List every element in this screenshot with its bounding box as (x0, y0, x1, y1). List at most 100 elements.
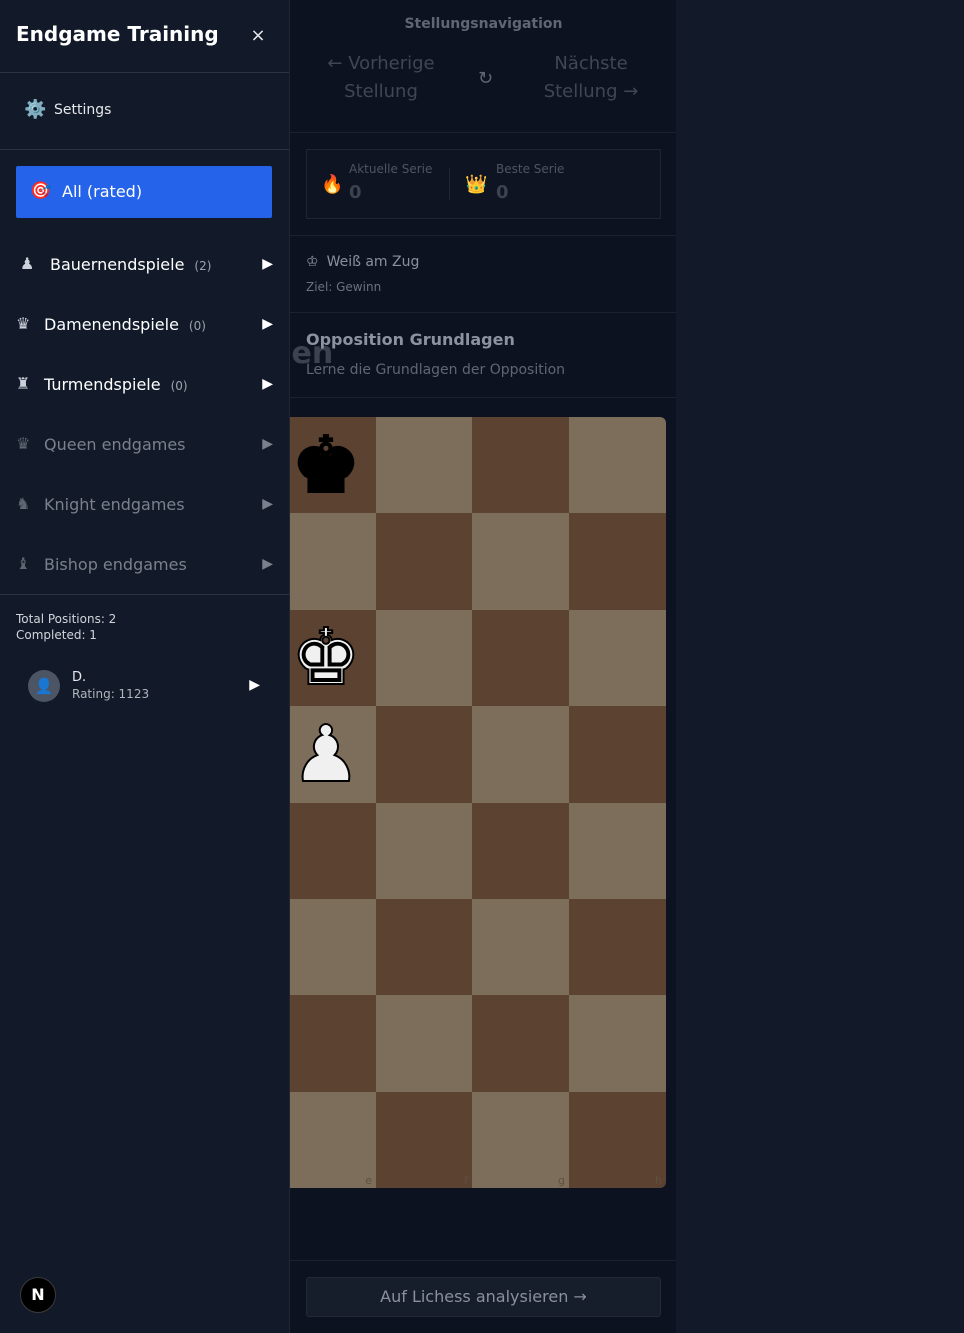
chevron-right-icon: ▶ (262, 256, 273, 272)
divider (0, 72, 289, 73)
target-icon: 🎯 (30, 181, 52, 201)
chess-piece-e8[interactable]: ♚ (290, 417, 376, 514)
all-rated-label: All (rated) (62, 182, 143, 201)
goal-label: Ziel: Gewinn (306, 280, 382, 294)
category-rook-endgames[interactable]: ♜ Turmendspiele (0) ▶ (16, 364, 273, 404)
chevron-right-icon: ▶ (262, 556, 273, 572)
previous-position-button[interactable]: ← Vorherige Stellung (306, 50, 456, 106)
chess-piece-e6[interactable]: ♚ (290, 610, 376, 707)
sidebar: Endgame Training × ⚙️ Settings 🎯 All (ra… (0, 0, 289, 1333)
square-g7[interactable] (472, 513, 569, 611)
side-to-move-label: Weiß am Zug (326, 254, 420, 270)
streak-divider (449, 168, 450, 200)
chevron-right-icon: ▶ (262, 376, 273, 392)
square-h6[interactable] (569, 609, 666, 707)
user-rating: Rating: 1123 (72, 687, 150, 701)
square-g8[interactable] (472, 417, 569, 514)
square-e8[interactable]: ♚ (290, 417, 376, 514)
analyze-on-lichess-button[interactable]: Auf Lichess analysieren → (306, 1277, 661, 1317)
category-queen-endgames[interactable]: ♛ Queen endgames ▶ (16, 424, 273, 464)
best-streak-label: Beste Serie (496, 162, 565, 176)
next-position-label-2: Stellung → (543, 81, 639, 102)
fire-icon: 🔥 (321, 174, 344, 195)
side-to-move: ♔ Weiß am Zug (306, 254, 419, 270)
settings-label: Settings (54, 102, 112, 118)
category-label: Knight endgames (44, 495, 185, 514)
divider (0, 149, 289, 150)
chess-board[interactable]: ♚ ♚ ♟ e f g h (290, 417, 666, 1188)
file-coordinate: f (464, 1173, 468, 1187)
crown-icon: 👑 (465, 174, 488, 195)
bishop-icon: ♝ (16, 554, 31, 573)
category-pawn-endgames[interactable]: ♟ Bauernendspiele (2) ▶ (16, 244, 273, 284)
previous-position-label-2: Stellung (344, 81, 418, 102)
chevron-right-icon: ▶ (262, 436, 273, 452)
category-label: Damenendspiele (44, 315, 179, 334)
streak-box: 🔥 Aktuelle Serie 0 👑 Beste Serie 0 (306, 149, 661, 219)
file-coordinate: g (558, 1173, 565, 1187)
square-e2[interactable] (290, 995, 376, 1093)
square-f8[interactable] (376, 417, 472, 514)
category-count: (2) (194, 259, 212, 273)
category-label: Turmendspiele (44, 375, 161, 394)
square-f1[interactable]: f (376, 1091, 472, 1188)
chess-piece-e5[interactable]: ♟ (290, 706, 376, 803)
square-e5[interactable]: ♟ (290, 706, 376, 804)
rook-icon: ♜ (16, 374, 31, 393)
divider (0, 594, 289, 595)
square-g5[interactable] (472, 706, 569, 804)
square-e7[interactable] (290, 513, 376, 611)
avatar-icon: 👤 (28, 670, 60, 702)
chevron-right-icon: ▶ (262, 496, 273, 512)
divider (290, 132, 676, 133)
square-h8[interactable] (569, 417, 666, 514)
position-description: Lerne die Grundlagen der Opposition (306, 362, 566, 378)
square-g6[interactable] (472, 609, 569, 707)
square-g2[interactable] (472, 995, 569, 1093)
pawn-icon: ♟ (20, 254, 35, 273)
square-f2[interactable] (376, 995, 472, 1093)
nextjs-logo-icon[interactable]: N (20, 1277, 56, 1313)
square-e6[interactable]: ♚ (290, 609, 376, 707)
square-h1[interactable]: h (569, 1091, 666, 1188)
square-f6[interactable] (376, 609, 472, 707)
chevron-right-icon: ▶ (262, 316, 273, 332)
refresh-icon[interactable]: ↻ (478, 68, 493, 89)
square-f4[interactable] (376, 802, 472, 900)
gear-icon: ⚙️ (24, 99, 47, 120)
square-g4[interactable] (472, 802, 569, 900)
all-rated-button[interactable]: 🎯 All (rated) (16, 166, 272, 218)
file-coordinate: h (655, 1173, 662, 1187)
category-bishop-endgames[interactable]: ♝ Bishop endgames ▶ (16, 544, 273, 584)
square-e3[interactable] (290, 899, 376, 996)
previous-position-label-1: ← Vorherige (327, 53, 435, 74)
square-h5[interactable] (569, 706, 666, 804)
square-e4[interactable] (290, 802, 376, 900)
category-knight-endgames[interactable]: ♞ Knight endgames ▶ (16, 484, 273, 524)
app-title: Endgame Training (16, 22, 219, 46)
square-h2[interactable] (569, 995, 666, 1093)
square-f3[interactable] (376, 899, 472, 996)
square-f5[interactable] (376, 706, 472, 804)
square-h7[interactable] (569, 513, 666, 611)
category-label: Bishop endgames (44, 555, 187, 574)
position-navigation-title: Stellungsnavigation (404, 16, 563, 32)
close-icon[interactable]: × (248, 22, 268, 50)
current-streak-label: Aktuelle Serie (349, 162, 433, 176)
square-h3[interactable] (569, 899, 666, 996)
square-h4[interactable] (569, 802, 666, 900)
queen-icon: ♛ (16, 314, 31, 333)
total-positions: Total Positions: 2 (16, 612, 117, 626)
square-g1[interactable]: g (472, 1091, 569, 1188)
next-position-button[interactable]: Nächste Stellung → (516, 50, 666, 106)
category-queen-endgames-de[interactable]: ♛ Damenendspiele (0) ▶ (16, 304, 273, 344)
square-g3[interactable] (472, 899, 569, 996)
category-count: (0) (188, 319, 206, 333)
user-profile[interactable]: 👤 D. Rating: 1123 ▶ (28, 666, 268, 706)
settings-button[interactable]: ⚙️ Settings (16, 94, 273, 128)
file-coordinate: e (365, 1173, 372, 1187)
square-f7[interactable] (376, 513, 472, 611)
queen-icon: ♛ (16, 434, 31, 453)
next-position-label-1: Nächste (554, 53, 628, 74)
square-e1[interactable]: e (290, 1091, 376, 1188)
